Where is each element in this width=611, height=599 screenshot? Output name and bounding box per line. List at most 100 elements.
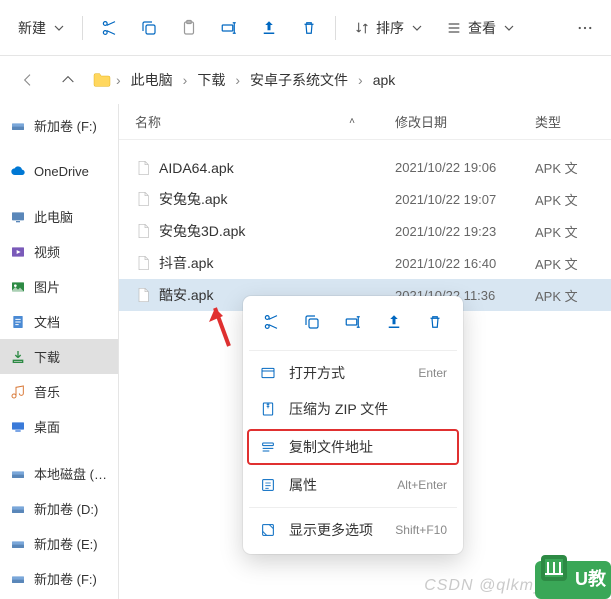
file-type: APK 文: [535, 254, 595, 273]
delete-icon[interactable]: [291, 10, 327, 46]
sidebar-item-label: 下载: [34, 347, 60, 366]
file-row[interactable]: 安兔兔3D.apk2021/10/22 19:23APK 文: [119, 215, 611, 247]
file-date: 2021/10/22 16:40: [395, 256, 535, 271]
sidebar-item[interactable]: 本地磁盘 (C:): [0, 456, 118, 491]
copy-icon[interactable]: [131, 10, 167, 46]
desktop-icon: [10, 419, 26, 435]
sidebar-item-label: 新加卷 (E:): [34, 534, 98, 553]
drive-icon: [10, 571, 26, 587]
share-icon[interactable]: [251, 10, 287, 46]
pc-icon: [10, 209, 26, 225]
sidebar-item-label: 桌面: [34, 417, 60, 436]
svg-text:U教: U教: [575, 568, 607, 589]
sidebar-item-label: OneDrive: [34, 164, 89, 179]
open-with-icon: [259, 364, 277, 382]
file-icon: [135, 254, 151, 272]
sidebar-item-label: 音乐: [34, 382, 60, 401]
crumb[interactable]: apk: [367, 68, 402, 92]
cm-rename-icon[interactable]: [337, 306, 369, 338]
sidebar-item-label: 本地磁盘 (C:): [34, 464, 108, 483]
cm-copy-path[interactable]: 复制文件地址: [247, 429, 459, 465]
sidebar-item[interactable]: 下载: [0, 339, 118, 374]
file-icon: [135, 286, 151, 304]
sidebar-item[interactable]: 新加卷 (E:): [0, 526, 118, 561]
cut-icon[interactable]: [91, 10, 127, 46]
drive-icon: [10, 118, 26, 134]
col-name-header[interactable]: 名称 ˄: [135, 112, 395, 131]
cm-copy-icon[interactable]: [296, 306, 328, 338]
cm-share-icon[interactable]: [378, 306, 410, 338]
watermark-text: CSDN @qlkmy: [424, 577, 543, 595]
file-name: 安兔兔.apk: [159, 189, 227, 209]
cloud-icon: [10, 163, 26, 179]
video-icon: [10, 244, 26, 260]
sort-icon: [354, 20, 370, 36]
paste-icon[interactable]: [171, 10, 207, 46]
file-name: AIDA64.apk: [159, 160, 234, 176]
sidebar-item[interactable]: OneDrive: [0, 155, 118, 187]
image-icon: [10, 279, 26, 295]
toolbar: 新建 排序 查看: [0, 0, 611, 56]
column-headers: 名称 ˄ 修改日期 类型: [119, 104, 611, 140]
rename-icon[interactable]: [211, 10, 247, 46]
sidebar-item-label: 视频: [34, 242, 60, 261]
file-type: APK 文: [535, 158, 595, 177]
more-options-icon: [259, 521, 277, 539]
sidebar-item[interactable]: 新加卷 (F:): [0, 108, 118, 143]
cm-compress[interactable]: 压缩为 ZIP 文件: [249, 391, 457, 427]
file-type: APK 文: [535, 286, 595, 305]
sidebar-item[interactable]: 此电脑: [0, 199, 118, 234]
new-button[interactable]: 新建: [8, 12, 74, 44]
file-row[interactable]: 抖音.apk2021/10/22 16:40APK 文: [119, 247, 611, 279]
addressbar: › 此电脑 › 下载 › 安卓子系统文件 › apk: [0, 56, 611, 104]
crumb[interactable]: 此电脑: [125, 66, 179, 94]
sort-caret-icon: ˄: [349, 116, 355, 127]
sidebar-item[interactable]: 音乐: [0, 374, 118, 409]
file-row[interactable]: AIDA64.apk 2021/10/22 19:06APK 文: [119, 152, 611, 183]
sidebar-item-label: 文档: [34, 312, 60, 331]
cm-open-with[interactable]: 打开方式 Enter: [249, 355, 457, 391]
file-icon: [135, 222, 151, 240]
sidebar-item[interactable]: 文档: [0, 304, 118, 339]
more-icon[interactable]: [567, 10, 603, 46]
cm-properties[interactable]: 属性 Alt+Enter: [249, 467, 457, 503]
file-name: 酷安.apk: [159, 285, 213, 305]
col-date-header[interactable]: 修改日期: [395, 112, 535, 131]
file-date: 2021/10/22 19:07: [395, 192, 535, 207]
sidebar: 新加卷 (F:) OneDrive 此电脑视频图片文档下载音乐桌面本地磁盘 (C:)…: [0, 104, 119, 599]
cm-delete-icon[interactable]: [419, 306, 451, 338]
sidebar-item[interactable]: 视频: [0, 234, 118, 269]
zip-icon: [259, 400, 277, 418]
copy-path-icon: [259, 438, 277, 456]
view-button[interactable]: 查看: [436, 12, 524, 44]
properties-icon: [259, 476, 277, 494]
sort-button[interactable]: 排序: [344, 12, 432, 44]
sidebar-item-label: 此电脑: [34, 207, 73, 226]
breadcrumb: › 此电脑 › 下载 › 安卓子系统文件 › apk: [92, 66, 401, 94]
chevron-down-icon: [54, 23, 64, 33]
doc-icon: [10, 314, 26, 330]
file-type: APK 文: [535, 190, 595, 209]
music-icon: [10, 384, 26, 400]
file-row[interactable]: 安兔兔.apk 2021/10/22 19:07APK 文: [119, 183, 611, 215]
chevron-down-icon: [504, 23, 514, 33]
sidebar-item[interactable]: 新加卷 (D:): [0, 491, 118, 526]
separator: [335, 16, 336, 40]
file-date: 2021/10/22 19:06: [395, 160, 535, 175]
crumb[interactable]: 下载: [191, 66, 231, 94]
up-button[interactable]: [52, 64, 84, 96]
crumb[interactable]: 安卓子系统文件: [244, 66, 354, 94]
sidebar-item-label: 新加卷 (D:): [34, 499, 98, 518]
cm-more-options[interactable]: 显示更多选项 Shift+F10: [249, 512, 457, 548]
sidebar-item[interactable]: 图片: [0, 269, 118, 304]
sidebar-item-label: 图片: [34, 277, 60, 296]
back-button[interactable]: [12, 64, 44, 96]
file-date: 2021/10/22 19:23: [395, 224, 535, 239]
watermark-badge: U教: [535, 555, 611, 599]
cm-cut-icon[interactable]: [255, 306, 287, 338]
col-type-header[interactable]: 类型: [535, 112, 595, 131]
file-icon: [135, 190, 151, 208]
folder-icon: [92, 72, 112, 88]
sidebar-item[interactable]: 新加卷 (F:): [0, 561, 118, 596]
sidebar-item[interactable]: 桌面: [0, 409, 118, 444]
